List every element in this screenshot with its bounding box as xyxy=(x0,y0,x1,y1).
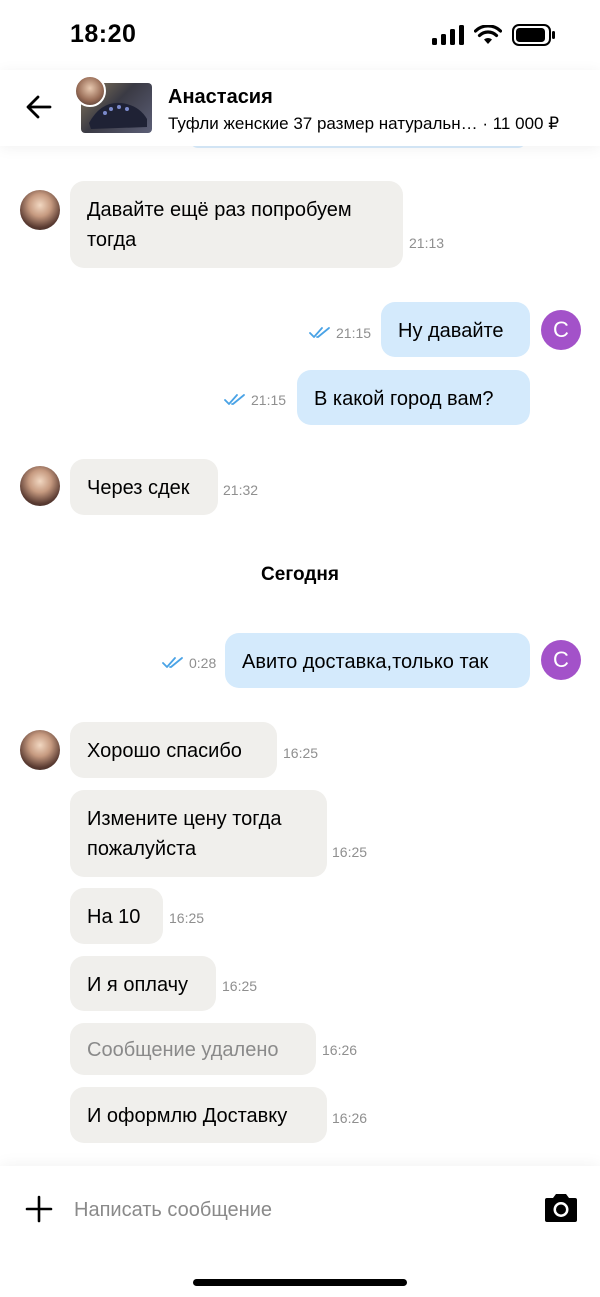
message-time: 0:28 xyxy=(189,655,217,671)
my-avatar[interactable]: С xyxy=(541,640,581,680)
plus-icon xyxy=(25,1195,53,1223)
message-bubble[interactable]: Через сдек xyxy=(70,459,218,515)
message-bubble[interactable]: Хорошо спасибо xyxy=(70,722,277,778)
double-check-icon xyxy=(309,327,330,338)
message-text: Авито доставка,только так xyxy=(242,651,489,673)
previous-message-bubble xyxy=(190,146,526,148)
camera-button[interactable] xyxy=(542,1192,580,1224)
message-bubble[interactable]: На 10 xyxy=(70,888,163,944)
message-composer xyxy=(0,1166,600,1297)
peer-avatar[interactable] xyxy=(20,730,60,770)
back-button[interactable] xyxy=(22,90,56,124)
message-text: Ну давайте xyxy=(398,320,504,342)
message-time: 16:25 xyxy=(222,978,258,994)
message-time: 16:25 xyxy=(283,745,319,761)
listing-info[interactable]: Туфли женские 37 размер натуральн… · 11 … xyxy=(168,114,559,134)
listing-title: Туфли женские 37 размер натуральн… xyxy=(168,114,478,133)
chat-contact-name[interactable]: Анастасия xyxy=(168,86,273,109)
double-check-icon xyxy=(162,657,183,668)
message-bubble[interactable]: Давайте ещё раз попробуем тогда xyxy=(70,181,403,268)
message-text: Измените цену тогда xyxy=(87,808,282,830)
message-bubble[interactable]: И я оплачу xyxy=(70,956,216,1011)
arrow-left-icon xyxy=(26,95,52,119)
status-time: 18:20 xyxy=(70,20,137,48)
message-text: Давайте ещё раз попробуем xyxy=(87,199,352,221)
message-time: 21:13 xyxy=(409,235,445,251)
listing-price: · 11 000 ₽ xyxy=(482,114,560,133)
message-text: пожалуйста xyxy=(87,838,197,860)
message-text: И оформлю Доставку xyxy=(87,1105,288,1127)
wifi-icon xyxy=(474,25,502,44)
seller-avatar xyxy=(74,75,106,107)
message-time: 16:26 xyxy=(322,1042,358,1058)
signal-icon xyxy=(432,25,464,45)
message-text: На 10 xyxy=(87,906,141,928)
message-text: В какой город вам? xyxy=(314,388,494,410)
battery-icon xyxy=(512,24,555,46)
peer-avatar[interactable] xyxy=(20,190,60,230)
home-indicator xyxy=(193,1279,407,1286)
message-bubble[interactable]: Ну давайте xyxy=(381,302,530,357)
message-time: 16:25 xyxy=(332,844,368,860)
message-time: 21:32 xyxy=(223,482,259,498)
attach-button[interactable] xyxy=(24,1194,54,1224)
message-bubble[interactable]: Авито доставка,только так xyxy=(225,633,530,688)
message-list[interactable]: Давайте ещё раз попробуем тогда 21:13 21… xyxy=(0,146,600,1166)
message-time: 21:15 xyxy=(251,392,287,408)
peer-avatar[interactable] xyxy=(20,466,60,506)
message-bubble[interactable]: В какой город вам? xyxy=(297,370,530,425)
message-input[interactable] xyxy=(74,1194,514,1226)
message-time: 21:15 xyxy=(336,325,372,341)
message-time: 16:25 xyxy=(169,910,205,926)
status-icons xyxy=(432,24,556,46)
camera-icon xyxy=(545,1194,577,1222)
message-text: Хорошо спасибо xyxy=(87,740,242,762)
day-separator: Сегодня xyxy=(261,564,339,585)
message-text: Сообщение удалено xyxy=(87,1039,279,1061)
message-text: тогда xyxy=(87,229,137,251)
message-bubble[interactable]: Измените цену тогда пожалуйста xyxy=(70,790,327,877)
status-bar: 18:20 xyxy=(0,0,600,70)
my-avatar[interactable]: С xyxy=(541,310,581,350)
deleted-message-bubble[interactable]: Сообщение удалено xyxy=(70,1023,316,1075)
message-bubble[interactable]: И оформлю Доставку xyxy=(70,1087,327,1143)
message-time: 16:26 xyxy=(332,1110,368,1126)
chat-header: Анастасия Туфли женские 37 размер натура… xyxy=(0,70,600,146)
double-check-icon xyxy=(224,394,245,405)
message-text: Через сдек xyxy=(87,477,190,499)
message-text: И я оплачу xyxy=(87,974,189,996)
